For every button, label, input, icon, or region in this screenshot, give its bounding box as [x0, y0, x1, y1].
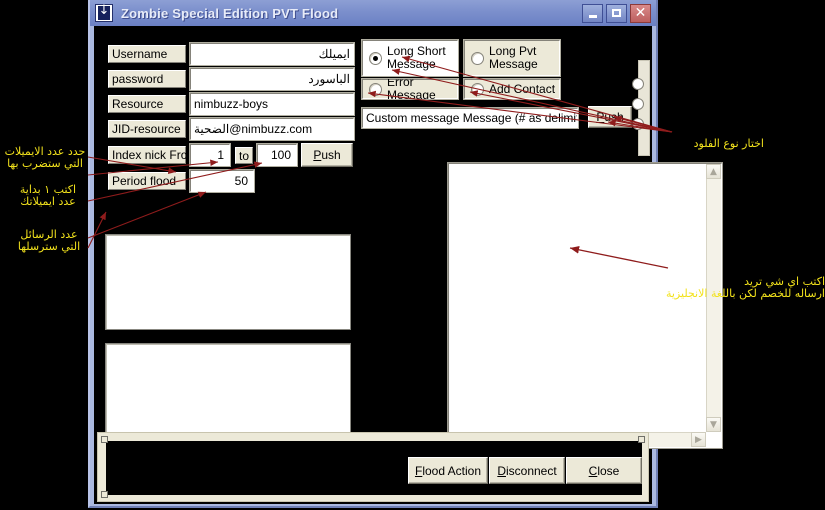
maximize-icon [607, 5, 626, 22]
index-nick-label: Index nick From [108, 146, 197, 164]
resize-grip-top-right[interactable] [638, 436, 645, 443]
radio-error-message-label: Error Message [387, 75, 436, 102]
window-client-area: Username ايميلك password الباسورد Resour… [94, 26, 723, 504]
radio-selected-icon [369, 51, 382, 65]
username-input[interactable]: ايميلك [189, 42, 355, 66]
radio-unselected-icon [471, 82, 484, 96]
password-input[interactable]: الباسورد [189, 67, 355, 91]
radio-add-contact[interactable]: Add Contact [463, 78, 561, 100]
anno-start-index: اكتب ١ بداية عدد ايميلاتك [19, 183, 77, 209]
jid-resource-label: JID-resource [108, 120, 186, 138]
resource-input[interactable]: nimbuzz-boys [189, 92, 355, 116]
minimize-button[interactable] [582, 3, 603, 23]
radio-long-pvt-message[interactable]: Long Pvt Message [463, 39, 561, 77]
period-flood-label: Period flood [108, 172, 186, 190]
resize-grip-bottom-left[interactable] [101, 491, 108, 498]
username-label: Username [108, 45, 186, 63]
index-from-input[interactable]: 1 [189, 143, 231, 167]
clipped-radio-1[interactable] [632, 78, 644, 90]
flood-action-label-rest: lood Action [422, 463, 482, 478]
flood-action-button[interactable]: Flood Action [408, 457, 488, 484]
footer-panel: Flood Action Disconnect Close [97, 432, 649, 502]
radio-long-short-message-label: Long Short Message [387, 44, 446, 71]
jid-resource-input[interactable]: الضحية@nimbuzz.com [189, 117, 355, 141]
message-textarea[interactable]: ▲ ▼ ◀ ▶ [447, 162, 723, 449]
window-controls: ✕ [582, 3, 651, 23]
clipped-radio-2[interactable] [632, 98, 644, 110]
radio-unselected-icon [471, 51, 484, 65]
close-icon: ✕ [634, 5, 647, 21]
minimize-icon [583, 5, 602, 22]
custom-message-push-button[interactable]: Push [588, 106, 632, 128]
index-to-label: to [235, 147, 253, 164]
log-list-upper[interactable] [105, 234, 351, 330]
window-title: Zombie Special Edition PVT Flood [121, 5, 339, 21]
index-push-label-rest: ush [321, 148, 341, 162]
period-flood-input[interactable]: 50 [189, 169, 255, 193]
anno-message-text: اكتب اي شي تريد ارساله للخصم لكن باللغة … [665, 275, 825, 301]
screen: Zombie Special Edition PVT Flood ✕ Usern… [0, 0, 825, 510]
log-list-lower[interactable] [105, 343, 351, 445]
index-to-input[interactable]: 100 [256, 143, 298, 167]
radio-long-pvt-message-label: Long Pvt Message [489, 44, 538, 71]
title-bar[interactable]: Zombie Special Edition PVT Flood ✕ [90, 0, 656, 26]
radio-add-contact-label: Add Contact [489, 81, 556, 96]
password-label: password [108, 70, 186, 88]
app-window: Zombie Special Edition PVT Flood ✕ Usern… [88, 0, 723, 508]
clipped-radio-3[interactable] [632, 118, 644, 130]
custom-push-label-rest: ush [604, 110, 624, 124]
radio-unselected-icon [369, 82, 382, 96]
chevron-right-icon[interactable]: ▶ [691, 432, 706, 447]
resource-label: Resource [108, 95, 186, 113]
close-dialog-button[interactable]: Close [566, 457, 642, 484]
anno-messages-count: عدد الرسائل التي سترسلها [17, 228, 81, 254]
radio-long-short-message[interactable]: Long Short Message [361, 39, 459, 77]
maximize-button[interactable] [606, 3, 627, 23]
download-arrow-icon [95, 3, 113, 22]
resize-grip-top-left[interactable] [101, 436, 108, 443]
index-push-button[interactable]: Push [301, 143, 353, 167]
anno-flood-type: اختار نوع الفلود [693, 137, 764, 150]
close-label-rest: lose [597, 463, 620, 478]
close-button[interactable]: ✕ [630, 3, 651, 23]
radio-error-message[interactable]: Error Message [361, 75, 459, 102]
custom-message-input[interactable]: Custom message Message (# as delimitter) [361, 107, 579, 129]
disconnect-label-rest: isconnect [505, 463, 557, 478]
chevron-down-icon[interactable]: ▼ [706, 417, 721, 432]
chevron-up-icon[interactable]: ▲ [706, 164, 721, 179]
anno-emails-count: حدد عدد الايميلات التي ستضرب بها [4, 145, 86, 171]
disconnect-button[interactable]: Disconnect [489, 457, 565, 484]
